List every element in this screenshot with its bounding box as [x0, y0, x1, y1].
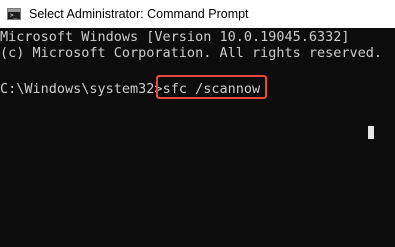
- console-area[interactable]: Microsoft Windows [Version 10.0.19045.63…: [0, 28, 395, 247]
- console-version-line: Microsoft Windows [Version 10.0.19045.63…: [0, 29, 350, 45]
- text-cursor: [368, 126, 374, 139]
- command-prompt-window: >_ Select Administrator: Command Prompt …: [0, 0, 395, 247]
- console-prompt: C:\Windows\system32>: [0, 81, 163, 97]
- cmd-icon: >_: [7, 8, 21, 20]
- cmd-icon-glyph: >_: [10, 12, 18, 19]
- window-title: Select Administrator: Command Prompt: [29, 7, 249, 21]
- title-bar[interactable]: >_ Select Administrator: Command Prompt: [0, 0, 395, 28]
- console-copyright-line: (c) Microsoft Corporation. All rights re…: [0, 45, 383, 61]
- command-highlight-box: [156, 75, 267, 99]
